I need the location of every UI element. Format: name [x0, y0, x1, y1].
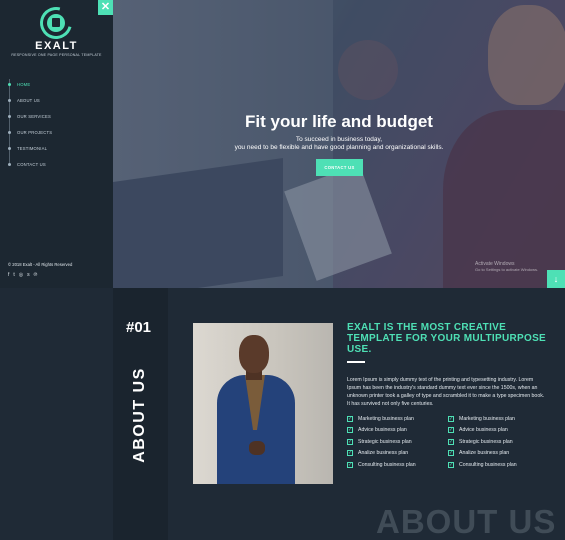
- social-links: f t ◎ s ℗: [8, 273, 37, 278]
- nav-label: CONTACT US: [17, 161, 46, 167]
- nav-item-our-projects[interactable]: OUR PROJECTS: [8, 124, 52, 140]
- check-icon: ✓: [347, 450, 353, 457]
- check-icon: ✓: [347, 438, 353, 445]
- title-underline: [347, 361, 365, 363]
- list-item-label: Advice business plan: [459, 427, 508, 434]
- list-item-label: Strategic business plan: [358, 438, 412, 445]
- contact-us-button[interactable]: CONTACT US: [316, 159, 363, 176]
- nav-dot: [8, 130, 11, 134]
- list-item-label: Analize business plan: [358, 450, 409, 457]
- nav-dot: [8, 162, 11, 166]
- nav-dot: [8, 146, 11, 150]
- nav-item-testimonial[interactable]: TESTIMONIAL: [8, 140, 52, 156]
- list-item-label: Marketing business plan: [459, 415, 515, 422]
- skype-icon[interactable]: s: [27, 273, 30, 278]
- list-item-label: Consulting business plan: [459, 461, 517, 468]
- logo-name[interactable]: EXALT: [0, 40, 113, 52]
- check-icon: ✓: [448, 450, 454, 457]
- nav-label: HOME: [17, 81, 31, 87]
- list-item: ✓ Analize business plan: [448, 448, 517, 460]
- list-item-label: Consulting business plan: [358, 461, 416, 468]
- check-icon: ✓: [448, 438, 454, 445]
- check-icon: ✓: [448, 427, 454, 434]
- twitter-icon[interactable]: t: [13, 273, 14, 278]
- photo-person-head: [239, 335, 269, 373]
- list-item: ✓ Strategic business plan: [448, 436, 517, 448]
- about-watermark: ABOUT US: [376, 503, 557, 540]
- hero-title: Fit your life and budget: [245, 112, 433, 131]
- section-number: #01: [126, 319, 152, 336]
- check-icon: ✓: [347, 461, 353, 468]
- activate-subtitle: Go to Settings to activate Windows.: [475, 267, 539, 272]
- hero-subtitle-line-1: To succeed in business today,: [295, 136, 383, 143]
- copyright-text: © 2018 Exalt - All Rights Reserved: [8, 262, 73, 267]
- hero-subtitle: To succeed in business today, you need t…: [113, 136, 565, 152]
- list-item: ✓ Strategic business plan: [347, 436, 416, 448]
- nav-dot: [8, 114, 11, 118]
- check-icon: ✓: [347, 415, 353, 422]
- list-item: ✓ Advice business plan: [448, 425, 517, 437]
- check-icon: ✓: [448, 415, 454, 422]
- nav-dot: [8, 98, 11, 102]
- hero-subtitle-line-2: you need to be flexible and have good pl…: [234, 144, 444, 151]
- sidebar: ✕ EXALT RESPONSIVE ONE PAGE PERSONAL TEM…: [0, 0, 113, 288]
- list-item: ✓ Analize business plan: [347, 448, 416, 460]
- facebook-icon[interactable]: f: [8, 273, 9, 278]
- feature-list-left: ✓ Marketing business plan ✓ Advice busines…: [347, 413, 416, 471]
- check-icon: ✓: [347, 427, 353, 434]
- logo-tagline: RESPONSIVE ONE PAGE PERSONAL TEMPLATE: [11, 53, 102, 57]
- nav-dot: [8, 82, 11, 86]
- about-section: #01 ABOUT US EXALT IS THE MOST CREATIVE …: [0, 288, 565, 540]
- list-item-label: Marketing business plan: [358, 415, 414, 422]
- pinterest-icon[interactable]: ℗: [34, 273, 38, 278]
- close-icon[interactable]: ✕: [98, 0, 113, 15]
- nav-label: TESTIMONIAL: [17, 145, 48, 151]
- list-item: ✓ Marketing business plan: [448, 413, 517, 425]
- nav-item-contact-us[interactable]: CONTACT US: [8, 156, 52, 172]
- about-photo: [193, 323, 333, 484]
- logo-icon[interactable]: [47, 14, 65, 32]
- photo-person-hand: [249, 441, 265, 455]
- list-item-label: Analize business plan: [459, 450, 510, 457]
- list-item: ✓ Consulting business plan: [347, 459, 416, 471]
- nav-label: OUR PROJECTS: [17, 129, 53, 135]
- nav-item-about-us[interactable]: ABOUT US: [8, 92, 52, 108]
- list-item: ✓ Consulting business plan: [448, 459, 517, 471]
- list-item: ✓ Advice business plan: [347, 425, 416, 437]
- nav-item-our-services[interactable]: OUR SERVICES: [8, 108, 52, 124]
- page: ✕ EXALT RESPONSIVE ONE PAGE PERSONAL TEM…: [0, 0, 565, 540]
- hero-section: Fit your life and budget To succeed in b…: [113, 0, 565, 288]
- about-paragraph: Lorem Ipsum is simply dummy text of the …: [347, 377, 545, 407]
- list-item-label: Strategic business plan: [459, 438, 513, 445]
- feature-list-right: ✓ Marketing business plan ✓ Advice busines…: [448, 413, 517, 471]
- arrow-down-icon[interactable]: ↓: [547, 270, 565, 288]
- about-title: EXALT IS THE MOST CREATIVE TEMPLATE FOR …: [347, 322, 547, 355]
- nav-label: OUR SERVICES: [17, 113, 51, 119]
- nav-item-home[interactable]: HOME: [8, 76, 52, 92]
- list-item-label: Advice business plan: [358, 427, 407, 434]
- list-item: ✓ Marketing business plan: [347, 413, 416, 425]
- activate-windows-notice: Activate Windows Go to Settings to activ…: [475, 261, 538, 273]
- main-nav: HOME ABOUT US OUR SERVICES OUR PROJECTS …: [8, 76, 52, 172]
- instagram-icon[interactable]: ◎: [19, 273, 23, 278]
- check-icon: ✓: [448, 461, 454, 468]
- about-vertical-heading: ABOUT US: [131, 367, 148, 463]
- nav-label: ABOUT US: [17, 97, 40, 103]
